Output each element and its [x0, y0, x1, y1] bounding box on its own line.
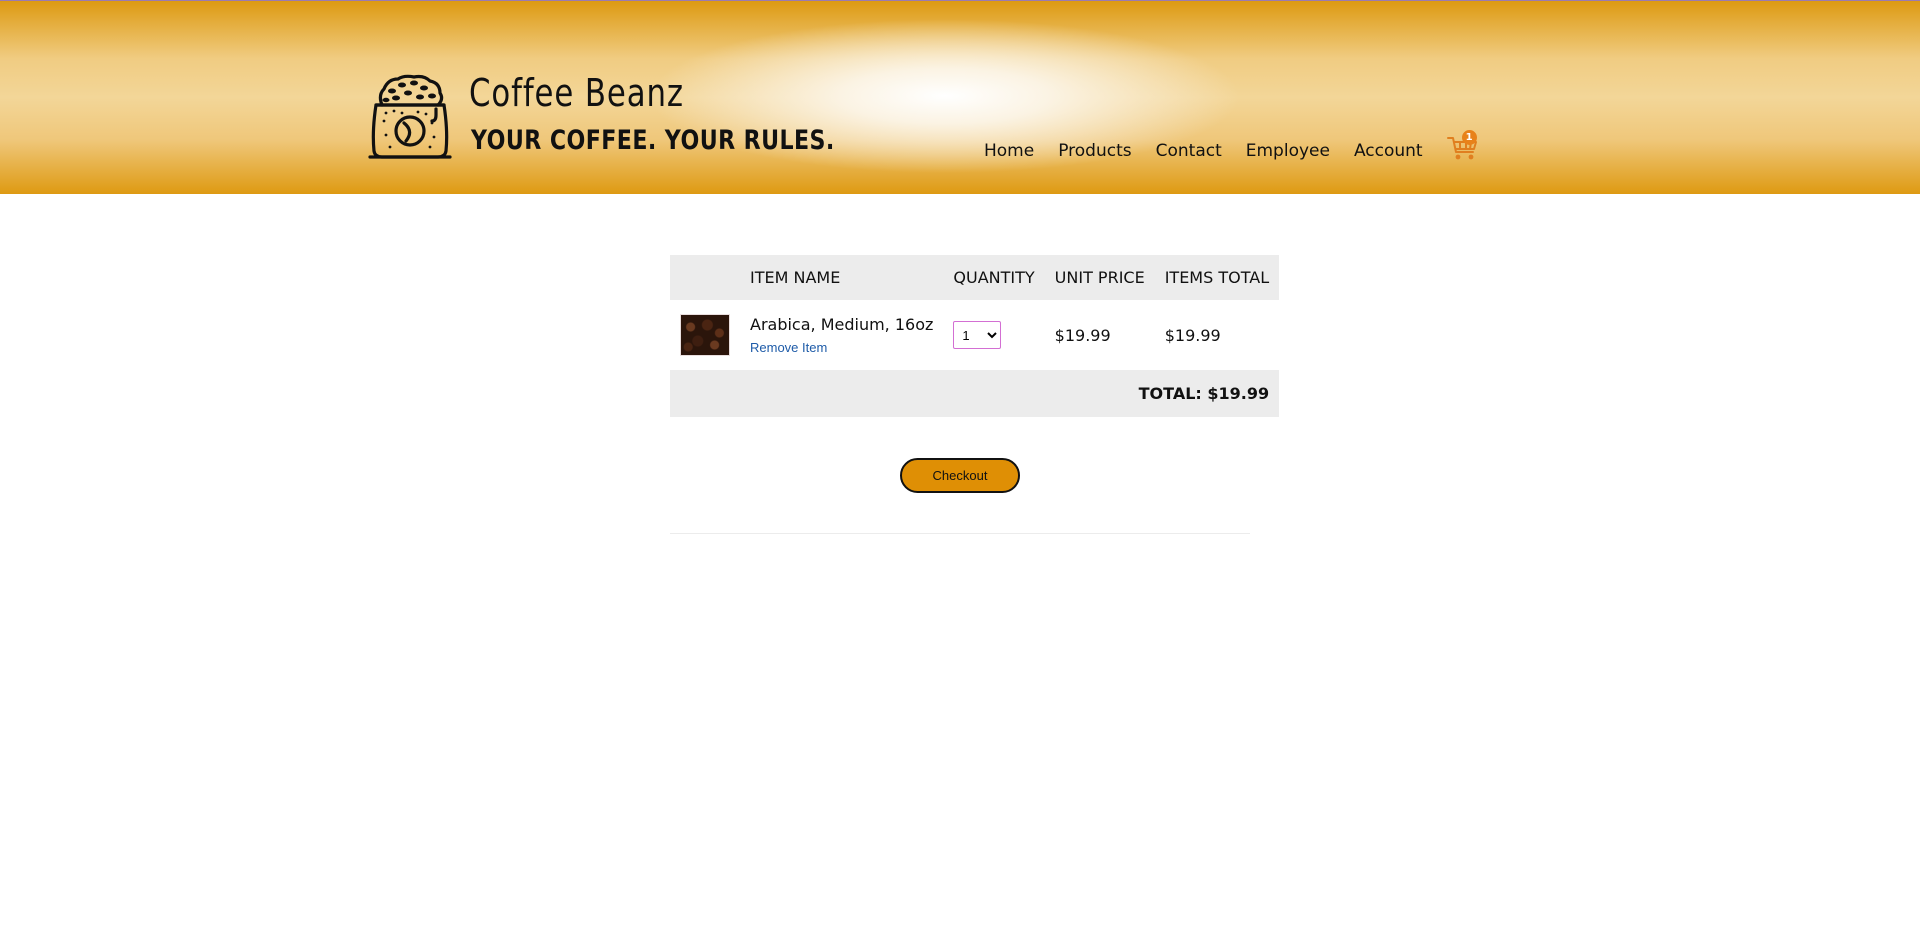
- cart-total: TOTAL: $19.99: [670, 370, 1280, 417]
- brand-tagline: YOUR COFFEE. YOUR RULES.: [471, 125, 835, 156]
- item-image-cell: [670, 300, 740, 370]
- nav-home[interactable]: Home: [984, 141, 1034, 161]
- cart-button[interactable]: 1: [1446, 130, 1479, 162]
- nav-employee[interactable]: Employee: [1246, 141, 1330, 161]
- cart-total-row: TOTAL: $19.99: [670, 370, 1280, 417]
- items-total: $19.99: [1164, 325, 1221, 345]
- cart-table: ITEM NAME QUANTITY UNIT PRICE ITEMS TOTA…: [670, 255, 1280, 417]
- cart-table-header: ITEM NAME QUANTITY UNIT PRICE ITEMS TOTA…: [670, 255, 1280, 300]
- coffee-bag-logo-icon[interactable]: [362, 73, 458, 161]
- header-items-total: ITEMS TOTAL: [1154, 255, 1280, 300]
- item-name: Arabica, Medium, 16oz: [750, 314, 934, 334]
- item-quantity-cell: 1: [943, 300, 1044, 370]
- unit-price: $19.99: [1054, 325, 1111, 345]
- nav-account[interactable]: Account: [1354, 141, 1423, 161]
- header-quantity: QUANTITY: [943, 255, 1045, 300]
- divider: [670, 533, 1250, 534]
- main-nav: Home Products Contact Employee Account 1: [984, 130, 1479, 162]
- cart-item-row: Arabica, Medium, 16oz Remove Item 1 $19.…: [670, 300, 1279, 370]
- nav-contact[interactable]: Contact: [1156, 141, 1222, 161]
- header-unit-price: UNIT PRICE: [1044, 255, 1155, 300]
- header-item-name: ITEM NAME: [740, 255, 944, 300]
- header-image: [670, 255, 740, 300]
- cart-count-badge: 1: [1461, 130, 1477, 145]
- item-name-cell: Arabica, Medium, 16oz Remove Item: [740, 300, 943, 370]
- brand-name[interactable]: Coffee Beanz: [469, 71, 684, 115]
- product-thumbnail[interactable]: [680, 314, 730, 356]
- site-header: Coffee Beanz YOUR COFFEE. YOUR RULES. Ho…: [0, 0, 1920, 194]
- quantity-select[interactable]: 1: [953, 321, 1002, 349]
- checkout-button[interactable]: Checkout: [900, 458, 1020, 493]
- nav-products[interactable]: Products: [1058, 141, 1131, 161]
- remove-item-link[interactable]: Remove Item: [750, 340, 827, 355]
